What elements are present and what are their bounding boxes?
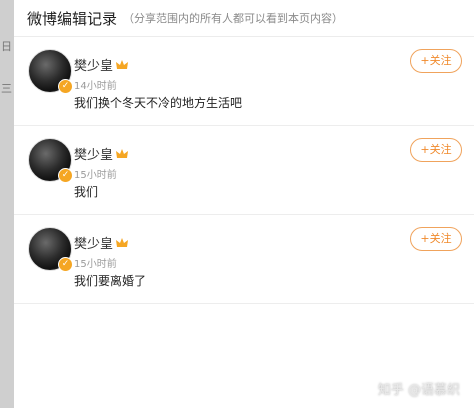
follow-button[interactable]: +关注 <box>410 49 462 73</box>
user-name[interactable]: 樊少皇 <box>74 55 113 74</box>
verified-badge-icon: ✓ <box>58 168 73 183</box>
crown-icon <box>116 59 129 69</box>
edit-history-panel: 微博编辑记录 （分享范围内的所有人都可以看到本页内容） ✓ 樊少皇 14小时前 … <box>14 0 474 408</box>
follow-button[interactable]: +关注 <box>410 138 462 162</box>
user-name[interactable]: 樊少皇 <box>74 233 113 252</box>
verified-badge-icon: ✓ <box>58 257 73 272</box>
name-row: 樊少皇 <box>74 55 129 74</box>
background-page-edge: 日 三 <box>0 0 14 408</box>
panel-header: 微博编辑记录 （分享范围内的所有人都可以看到本页内容） <box>14 0 474 37</box>
crown-icon <box>116 148 129 158</box>
post-text: 我们 <box>74 185 99 199</box>
user-name[interactable]: 樊少皇 <box>74 144 113 163</box>
edit-entry: ✓ 樊少皇 15小时前 我们 +关注 <box>14 126 474 215</box>
name-row: 樊少皇 <box>74 144 129 163</box>
post-text: 我们要离婚了 <box>74 274 147 288</box>
edit-entry: ✓ 樊少皇 15小时前 我们要离婚了 +关注 <box>14 215 474 304</box>
follow-button[interactable]: +关注 <box>410 227 462 251</box>
verified-badge-icon: ✓ <box>58 79 73 94</box>
name-row: 樊少皇 <box>74 233 129 252</box>
post-text: 我们换个冬天不冷的地方生活吧 <box>74 96 243 110</box>
edit-entry: ✓ 樊少皇 14小时前 我们换个冬天不冷的地方生活吧 +关注 <box>14 37 474 126</box>
post-time: 14小时前 <box>74 81 117 92</box>
crown-icon <box>116 237 129 247</box>
watermark: 知乎 @语慕织 <box>377 383 460 398</box>
post-time: 15小时前 <box>74 259 117 270</box>
panel-subtitle: （分享范围内的所有人都可以看到本页内容） <box>123 12 344 25</box>
post-time: 15小时前 <box>74 170 117 181</box>
left-edge-fragment: 日 <box>1 40 12 53</box>
left-edge-fragment: 三 <box>1 82 12 95</box>
panel-title: 微博编辑记录 <box>27 9 118 28</box>
